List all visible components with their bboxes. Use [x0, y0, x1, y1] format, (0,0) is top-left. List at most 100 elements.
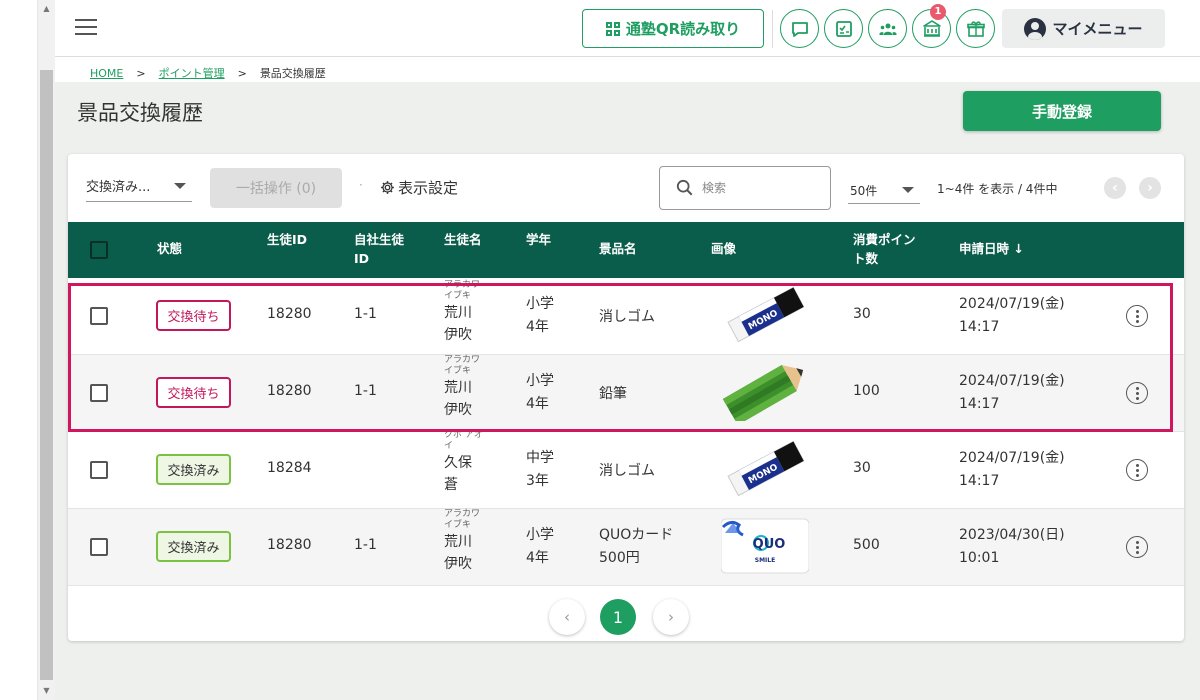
per-page-value: 50件: [850, 184, 878, 198]
status-badge: 交換待ち: [156, 377, 231, 408]
table-row[interactable]: 交換待ち 18280 1-1 アラカワ イブキ 荒川 伊吹 小学 4年 鉛筆 1…: [68, 355, 1184, 432]
sort-arrow-down-icon: ↓: [1013, 241, 1024, 256]
requested-time: 10:01: [959, 550, 1000, 566]
range-text: 1~4件 を表示 / 4件中: [937, 182, 1058, 196]
student-name-kanji: 伊吹: [444, 402, 472, 418]
prize-name-line2: 500円: [599, 550, 640, 566]
more-options-icon[interactable]: [1126, 305, 1148, 327]
scrollbar-thumb[interactable]: [40, 70, 53, 680]
student-name-kana: イブキ: [444, 366, 472, 376]
checklist-icon: [835, 20, 852, 37]
grade: 中学 3年: [526, 447, 554, 493]
student-name-kana: アラカワ: [444, 280, 481, 290]
status-badge: 交換済み: [156, 531, 231, 562]
display-settings-button[interactable]: 表示設定: [380, 177, 458, 198]
student-name-kana: アラカワ: [444, 355, 481, 365]
own-id: 1-1: [354, 306, 377, 322]
points-value: 30: [853, 306, 871, 322]
school-icon: [922, 19, 941, 37]
requested-at: 2023/04/30(日) 10:01: [959, 524, 1065, 570]
own-id: 1-1: [354, 537, 377, 553]
column-status[interactable]: 状態: [157, 239, 182, 258]
column-prize[interactable]: 景品名: [599, 239, 637, 258]
prize-name: 鉛筆: [599, 386, 627, 402]
column-requested-at[interactable]: 申請日時 ↓: [959, 239, 1024, 258]
student-name: クボ アオ イ 久保 蒼: [444, 430, 504, 496]
student-name-kanji: 伊吹: [444, 327, 472, 343]
breadcrumb-points-link[interactable]: ポイント管理: [159, 65, 225, 81]
page-scrollbar[interactable]: ▲ ▼: [38, 0, 55, 700]
points-value: 500: [853, 537, 880, 553]
column-own-id-line2: ID: [354, 251, 370, 266]
requested-time: 14:17: [959, 319, 1000, 335]
chat-icon: [791, 21, 808, 37]
notification-badge: 1: [930, 4, 946, 20]
gift-button[interactable]: [956, 9, 995, 48]
column-own-id[interactable]: 自社生徒 ID: [354, 230, 404, 268]
row-checkbox[interactable]: [90, 461, 108, 479]
bulk-action-button[interactable]: 一括操作 (0): [210, 168, 342, 208]
points-value: 30: [853, 460, 871, 476]
own-id: 1-1: [354, 383, 377, 399]
student-name-kana: イブキ: [444, 520, 472, 530]
grade-year: 4年: [526, 550, 549, 566]
requested-date: 2024/07/19(金): [959, 450, 1065, 466]
page-title: 景品交換履歴: [77, 101, 203, 125]
student-name-kana: イブキ: [444, 291, 472, 301]
table-row[interactable]: 交換待ち 18280 1-1 アラカワ イブキ 荒川 伊吹 小学 4年 消しゴム: [68, 278, 1184, 355]
breadcrumb-separator: >: [136, 66, 146, 80]
my-menu-button[interactable]: マイメニュー: [1002, 9, 1165, 48]
pagination-next[interactable]: ›: [653, 599, 689, 635]
requested-at: 2024/07/19(金) 14:17: [959, 370, 1065, 416]
group-button[interactable]: [868, 9, 907, 48]
breadcrumb-band: HOME > ポイント管理 > 景品交換履歴: [55, 57, 1200, 82]
requested-date: 2023/04/30(日): [959, 527, 1065, 543]
prev-page-icon[interactable]: ‹: [1104, 177, 1126, 199]
more-options-icon[interactable]: [1126, 536, 1148, 558]
column-points[interactable]: 消費ポイン ト数: [853, 230, 916, 268]
student-name: アラカワ イブキ 荒川 伊吹: [444, 355, 504, 421]
search-box[interactable]: [659, 166, 831, 210]
table-row[interactable]: 交換済み 18284 クボ アオ イ 久保 蒼 中学 3年 消しゴム MONO …: [68, 430, 1184, 509]
row-checkbox[interactable]: [90, 384, 108, 402]
student-name-kana: アラカワ: [444, 509, 481, 519]
student-name: アラカワ イブキ 荒川 伊吹: [444, 280, 504, 346]
pagination-page-1[interactable]: 1: [600, 599, 636, 635]
grade-year: 4年: [526, 396, 549, 412]
grade-year: 3年: [526, 473, 549, 489]
chat-button[interactable]: [780, 9, 819, 48]
table-row[interactable]: 交換済み 18280 1-1 アラカワ イブキ 荒川 伊吹 小学 4年 QUOカ…: [68, 509, 1184, 586]
school-button[interactable]: 1: [912, 4, 951, 48]
breadcrumb-home-link[interactable]: HOME: [90, 67, 123, 80]
table-header: 状態 生徒ID 自社生徒 ID 生徒名 学年 景品名 画像 消費ポイン ト数 申…: [68, 222, 1184, 278]
manual-register-button[interactable]: 手動登録: [963, 91, 1161, 131]
row-checkbox[interactable]: [90, 538, 108, 556]
column-student-id[interactable]: 生徒ID: [267, 230, 307, 249]
next-page-icon[interactable]: ›: [1139, 177, 1161, 199]
column-grade[interactable]: 学年: [526, 230, 551, 249]
select-all-checkbox[interactable]: [90, 241, 108, 259]
more-options-icon[interactable]: [1126, 459, 1148, 481]
toolbar-dot: ·: [359, 178, 363, 192]
grade-year: 4年: [526, 319, 549, 335]
status-filter-select[interactable]: 交換済み...: [86, 170, 192, 202]
eraser-image: MONO: [727, 440, 805, 497]
status-badge: 交換待ち: [156, 300, 231, 331]
hamburger-menu-icon[interactable]: [75, 19, 97, 37]
grade: 小学 4年: [526, 293, 554, 339]
pagination-prev[interactable]: ‹: [549, 599, 585, 635]
row-checkbox[interactable]: [90, 307, 108, 325]
more-options-icon[interactable]: [1126, 382, 1148, 404]
grade-level: 小学: [526, 296, 554, 312]
per-page-select[interactable]: 50件: [848, 176, 920, 204]
qr-scan-button-label: 通塾QR読み取り: [625, 20, 741, 38]
scroll-down-arrow[interactable]: ▼: [38, 684, 55, 698]
checklist-button[interactable]: [824, 9, 863, 48]
scroll-up-arrow[interactable]: ▲: [38, 2, 55, 16]
search-input[interactable]: [702, 181, 812, 195]
column-student-name[interactable]: 生徒名: [444, 230, 482, 249]
qr-scan-button[interactable]: 通塾QR読み取り: [582, 9, 764, 48]
column-points-line2: ト数: [853, 251, 879, 266]
status-badge: 交換済み: [156, 454, 231, 485]
prize-name-line1: QUOカード: [599, 527, 674, 543]
